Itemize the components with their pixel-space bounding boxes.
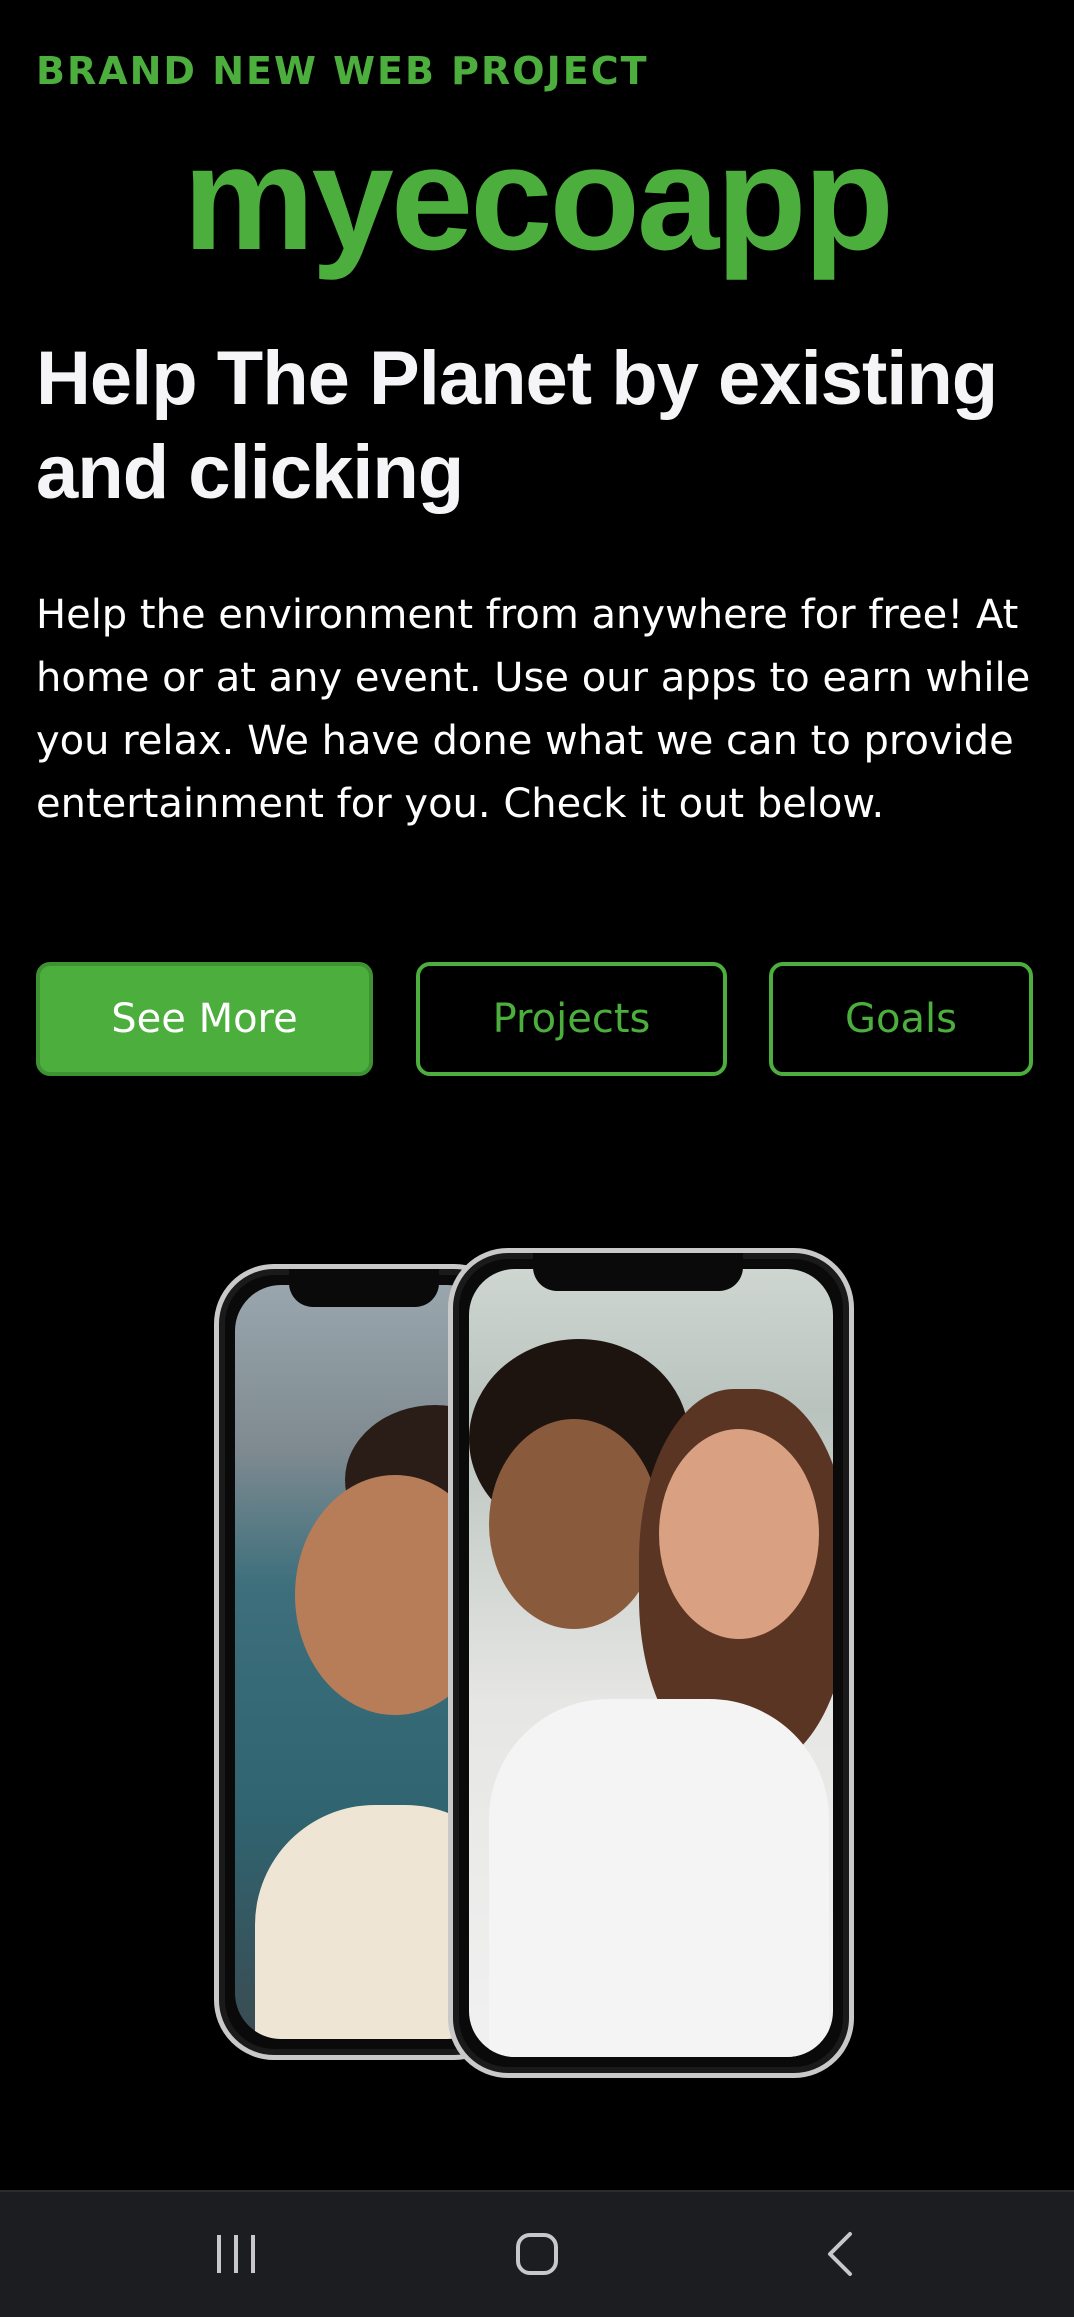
home-button[interactable] — [487, 2212, 587, 2296]
person-right-face — [659, 1429, 819, 1639]
goals-button[interactable]: Goals — [769, 962, 1033, 1076]
phone-front-image — [448, 1248, 854, 2078]
system-navigation-bar — [0, 2190, 1074, 2317]
back-button[interactable] — [790, 2212, 890, 2296]
back-icon — [828, 2232, 852, 2276]
projects-button[interactable]: Projects — [416, 962, 727, 1076]
people-shirts — [489, 1699, 829, 2057]
see-more-button[interactable]: See More — [36, 962, 373, 1076]
phone-back-notch — [289, 1269, 439, 1307]
eyebrow-label: BRAND NEW WEB PROJECT — [36, 49, 649, 93]
phones-illustration — [0, 1240, 1074, 2080]
home-icon — [516, 2233, 558, 2275]
phone-front-notch — [533, 1253, 743, 1291]
recent-apps-icon — [217, 2235, 255, 2273]
page-headline: Help The Planet by existing and clicking — [36, 336, 998, 515]
hero-description: Help the environment from anywhere for f… — [36, 592, 1031, 827]
phone-front-screen — [469, 1269, 833, 2057]
person-left-face — [489, 1419, 659, 1629]
recent-apps-button[interactable] — [186, 2212, 286, 2296]
brand-title: myecoapp — [182, 116, 894, 281]
